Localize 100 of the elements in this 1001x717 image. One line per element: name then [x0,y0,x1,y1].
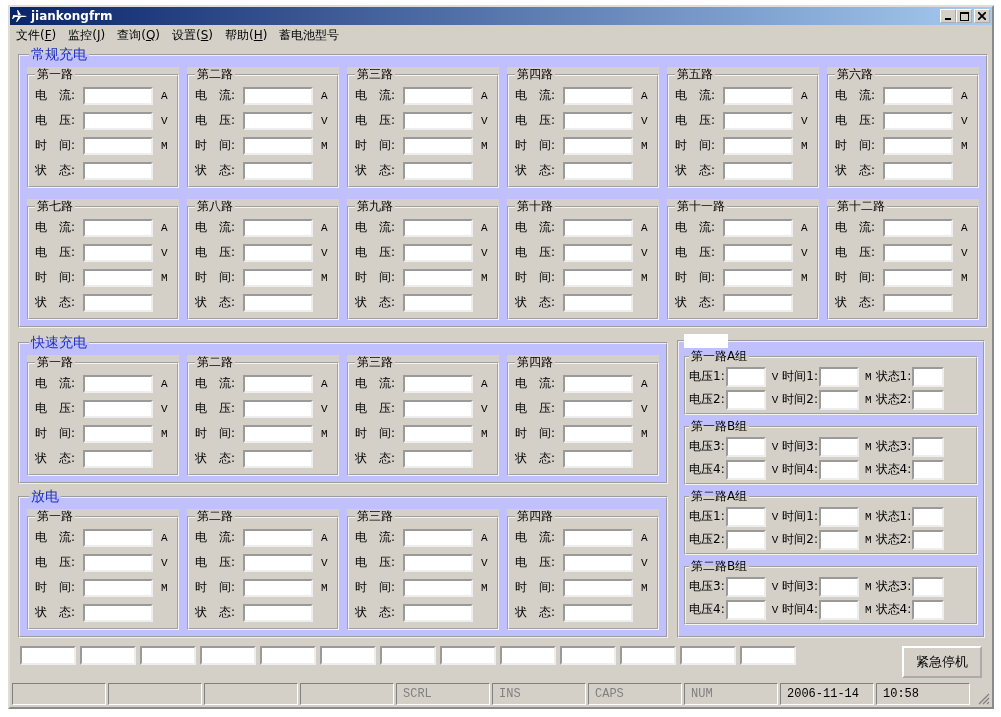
value-field[interactable] [883,161,953,180]
value-field[interactable] [83,86,153,105]
menu-item[interactable]: 查询(Q) [117,26,161,44]
value-field[interactable] [403,528,473,547]
value-field[interactable] [723,161,793,180]
emergency-stop-button[interactable]: 紧急停机 [902,646,982,678]
value-field[interactable] [563,268,633,287]
value-field[interactable] [725,389,766,410]
value-field[interactable] [243,268,313,287]
value-field[interactable] [563,528,633,547]
value-field[interactable] [83,603,153,622]
menu-item[interactable]: 蓄电池型号 [279,26,340,44]
value-field[interactable] [725,366,766,387]
value-field[interactable] [725,459,766,480]
blank-field[interactable] [620,646,676,665]
value-field[interactable] [83,161,153,180]
value-field[interactable] [819,506,859,527]
value-field[interactable] [819,529,859,550]
value-field[interactable] [912,389,945,410]
blank-field[interactable] [320,646,376,665]
menu-item[interactable]: 文件(F) [16,26,57,44]
resize-grip-icon[interactable] [978,693,990,705]
menu-item[interactable]: 设置(S) [172,26,214,44]
value-field[interactable] [725,529,766,550]
blank-field[interactable] [740,646,796,665]
value-field[interactable] [243,111,313,130]
menu-item[interactable]: 帮助(H) [225,26,268,44]
value-field[interactable] [563,553,633,572]
value-field[interactable] [723,218,793,237]
blank-field[interactable] [20,646,76,665]
value-field[interactable] [243,86,313,105]
close-button[interactable] [974,9,990,23]
value-field[interactable] [83,528,153,547]
value-field[interactable] [243,603,313,622]
value-field[interactable] [83,136,153,155]
value-field[interactable] [243,449,313,468]
value-field[interactable] [563,136,633,155]
value-field[interactable] [83,218,153,237]
blank-field[interactable] [440,646,496,665]
value-field[interactable] [403,268,473,287]
value-field[interactable] [563,578,633,597]
value-field[interactable] [403,293,473,312]
value-field[interactable] [563,424,633,443]
blank-field[interactable] [500,646,556,665]
value-field[interactable] [883,111,953,130]
value-field[interactable] [723,86,793,105]
value-field[interactable] [403,111,473,130]
value-field[interactable] [83,424,153,443]
value-field[interactable] [403,218,473,237]
value-field[interactable] [819,366,859,387]
value-field[interactable] [83,449,153,468]
value-field[interactable] [83,553,153,572]
blank-field[interactable] [140,646,196,665]
value-field[interactable] [883,293,953,312]
value-field[interactable] [819,436,859,457]
value-field[interactable] [403,449,473,468]
value-field[interactable] [883,243,953,262]
value-field[interactable] [403,578,473,597]
value-field[interactable] [243,424,313,443]
value-field[interactable] [403,603,473,622]
value-field[interactable] [243,243,313,262]
value-field[interactable] [819,576,859,597]
value-field[interactable] [723,293,793,312]
value-field[interactable] [243,399,313,418]
value-field[interactable] [403,424,473,443]
maximize-button[interactable] [956,9,972,23]
blank-field[interactable] [560,646,616,665]
blank-field[interactable] [260,646,316,665]
value-field[interactable] [563,449,633,468]
value-field[interactable] [403,161,473,180]
value-field[interactable] [723,243,793,262]
value-field[interactable] [819,599,859,620]
blank-field[interactable] [380,646,436,665]
value-field[interactable] [403,136,473,155]
value-field[interactable] [883,218,953,237]
value-field[interactable] [243,578,313,597]
value-field[interactable] [243,218,313,237]
value-field[interactable] [403,399,473,418]
value-field[interactable] [563,111,633,130]
value-field[interactable] [563,86,633,105]
value-field[interactable] [819,389,859,410]
value-field[interactable] [243,553,313,572]
value-field[interactable] [403,553,473,572]
value-field[interactable] [883,136,953,155]
value-field[interactable] [912,599,945,620]
value-field[interactable] [83,293,153,312]
value-field[interactable] [563,293,633,312]
value-field[interactable] [725,576,766,597]
value-field[interactable] [403,374,473,393]
value-field[interactable] [725,436,766,457]
value-field[interactable] [563,603,633,622]
value-field[interactable] [912,366,945,387]
value-field[interactable] [912,459,945,480]
value-field[interactable] [563,218,633,237]
value-field[interactable] [83,111,153,130]
value-field[interactable] [563,374,633,393]
value-field[interactable] [243,374,313,393]
value-field[interactable] [912,576,945,597]
minimize-button[interactable] [940,9,956,23]
value-field[interactable] [83,578,153,597]
